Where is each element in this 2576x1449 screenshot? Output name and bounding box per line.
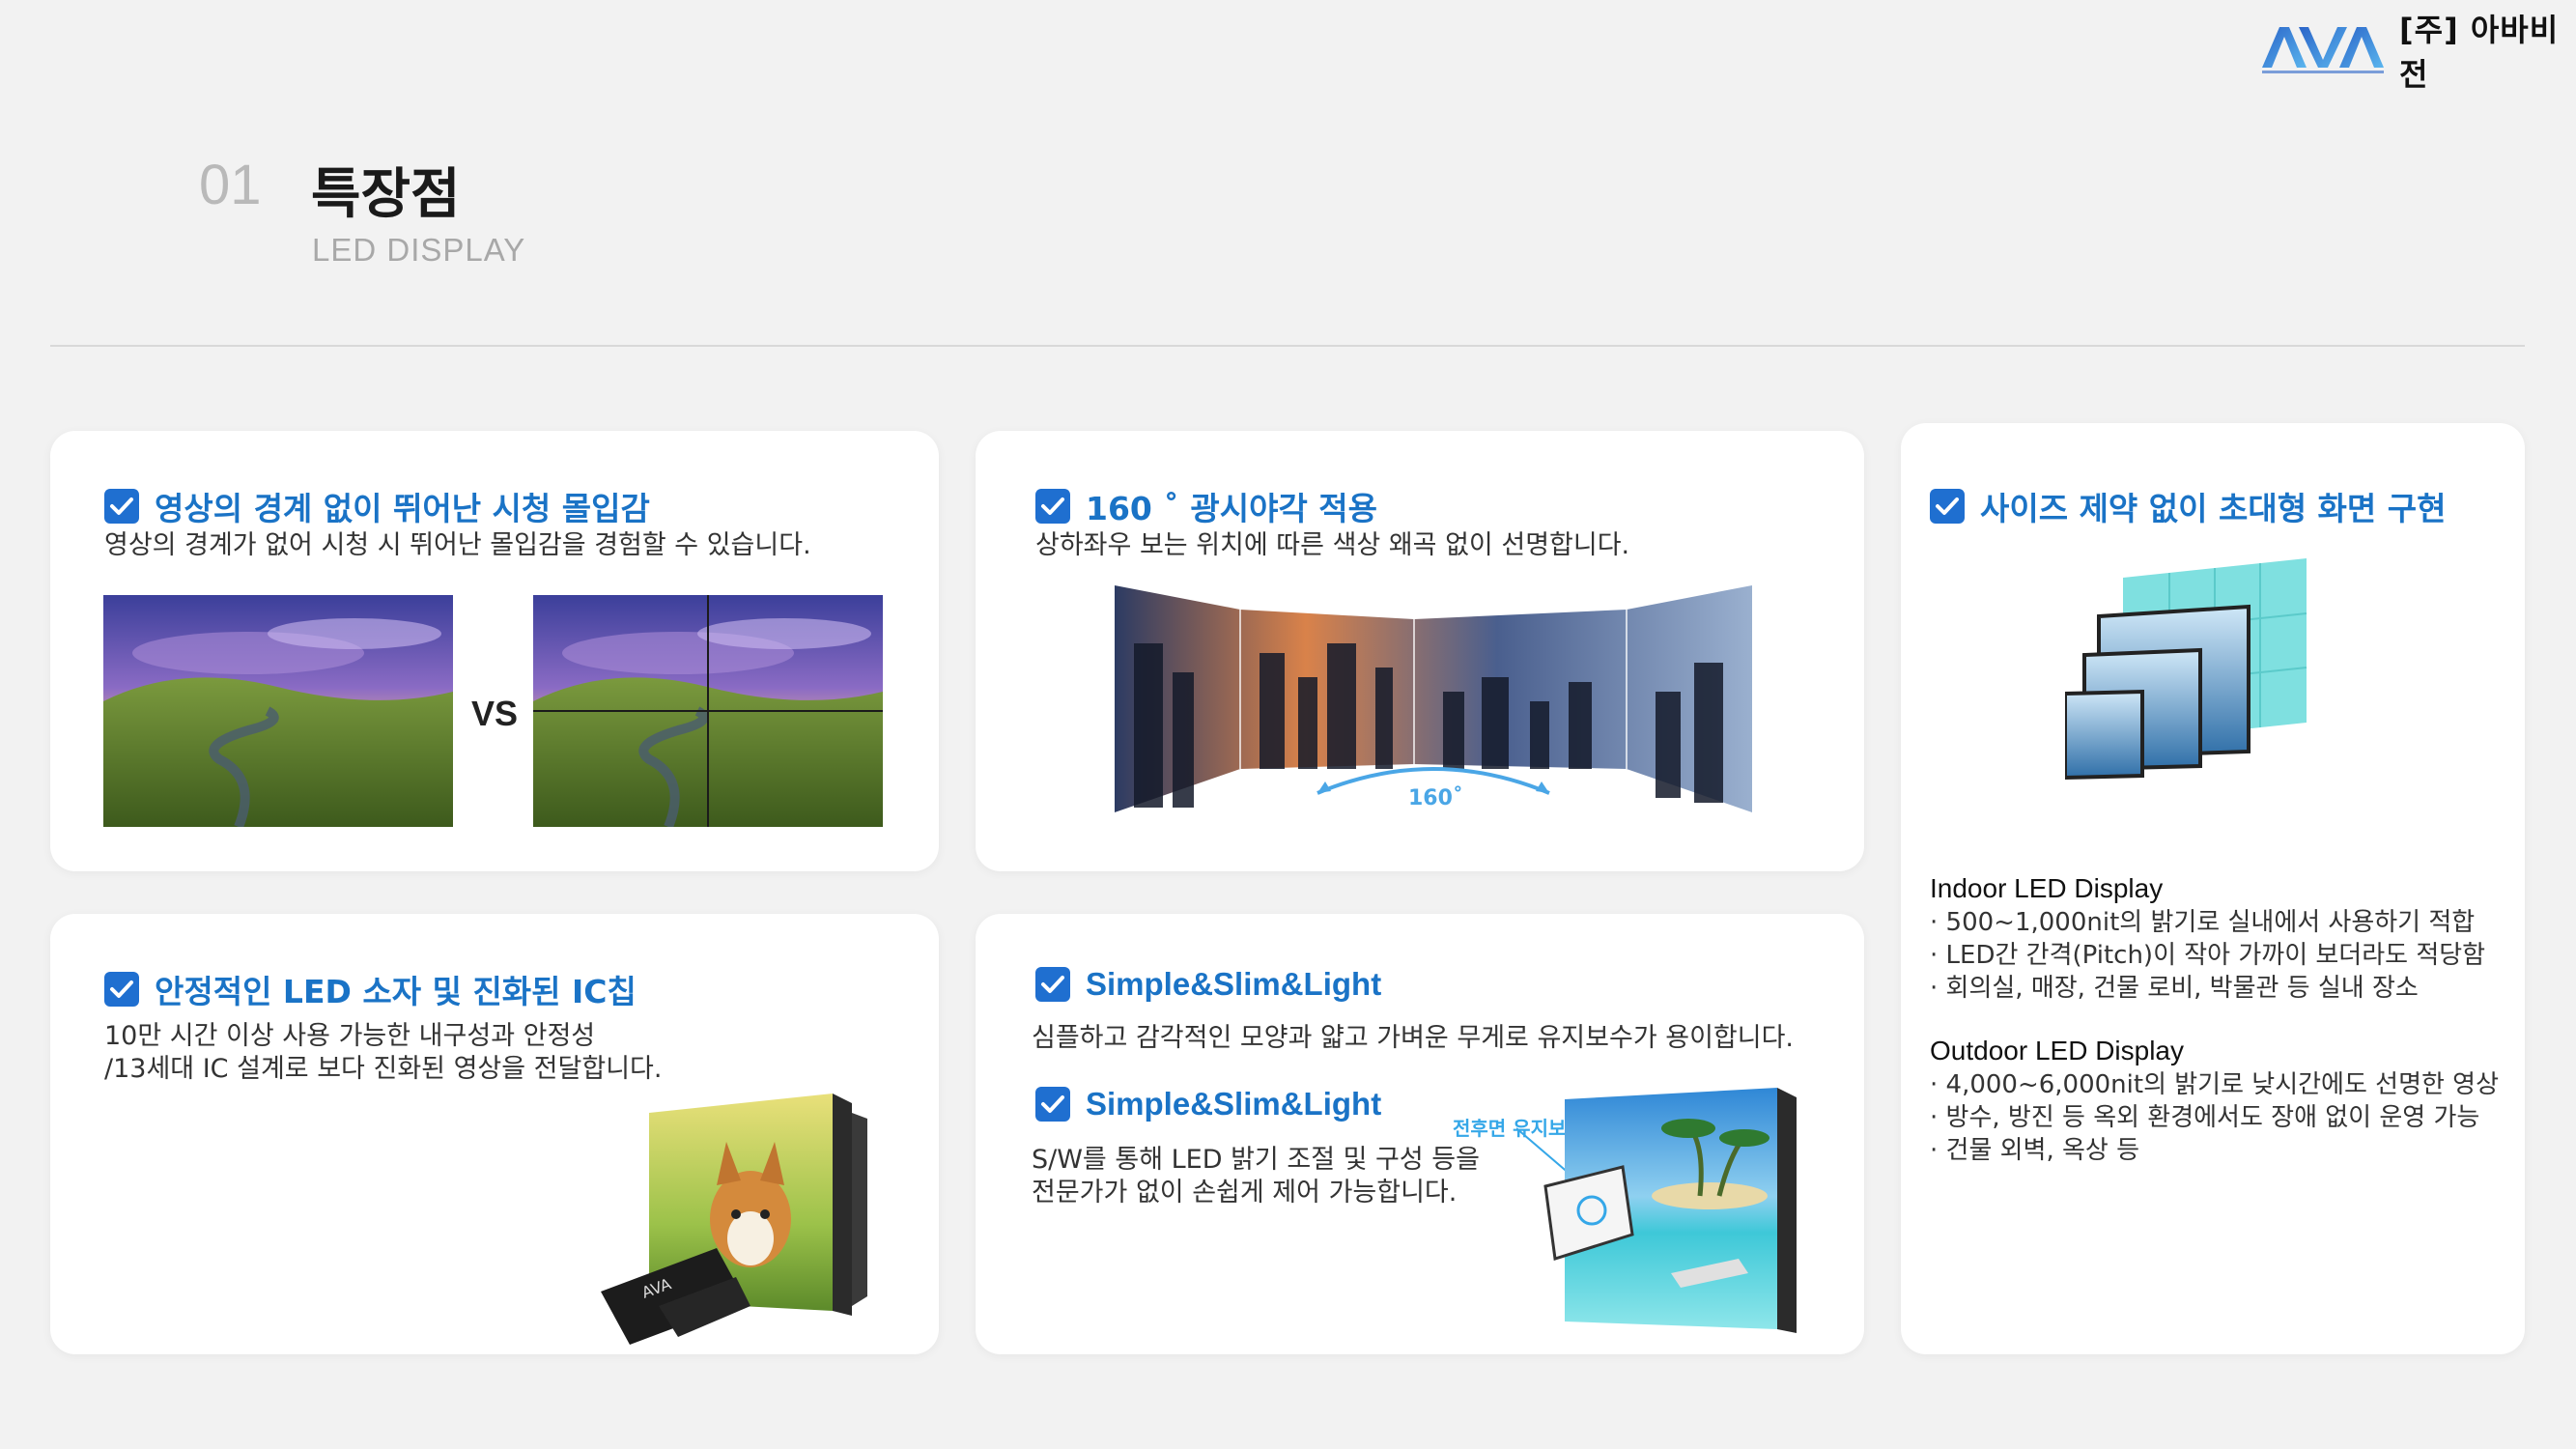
stacked-displays-image <box>2063 549 2355 790</box>
card-slim: Simple&Slim&Light 심플하고 감각적인 모양과 얇고 가벼운 무… <box>976 914 1864 1354</box>
logo-company-name: [주] 아바비전 <box>2399 12 2560 93</box>
header-divider <box>50 345 2525 347</box>
check-icon <box>1035 489 1070 524</box>
card-viewing-angle-desc: 상하좌우 보는 위치에 따른 색상 왜곡 없이 선명합니다. <box>1035 530 1630 560</box>
card-slim-desc2-line1: S/W를 통해 LED 밝기 조절 및 구성 등을 <box>1032 1145 1480 1175</box>
company-logo: [주] 아바비전 <box>2260 12 2576 93</box>
section-number: 01 <box>199 154 262 216</box>
outdoor-list: · 4,000~6,000nit의 밝기로 낮시간에도 선명한 영상 · 방수,… <box>1930 1068 2499 1167</box>
card-borderless-title: 영상의 경계 없이 뛰어난 시청 몰입감 <box>104 483 650 529</box>
ava-logo-mark <box>2260 23 2386 77</box>
card-borderless-desc: 영상의 경계가 없어 시청 시 뛰어난 몰입감을 경험할 수 있습니다. <box>104 530 811 560</box>
outdoor-item: · 건물 외벽, 옥상 등 <box>1930 1136 2140 1165</box>
card-borderless: 영상의 경계 없이 뛰어난 시청 몰입감 영상의 경계가 없어 시청 시 뛰어난… <box>50 431 939 871</box>
card-slim-title1: Simple&Slim&Light <box>1035 966 1381 1003</box>
card-slim-desc2-line2: 전문가가 없이 손쉽게 제어 가능합니다. <box>1032 1178 1458 1208</box>
indoor-list: · 500~1,000nit의 밝기로 실내에서 사용하기 적합 · LED간 … <box>1930 906 2485 1005</box>
beach-display-image <box>1515 1080 1826 1341</box>
section-subtitle: LED DISPLAY <box>312 232 526 268</box>
landscape-image-seamless <box>103 595 453 829</box>
check-icon <box>104 489 139 524</box>
section-title: 특장점 <box>311 163 461 226</box>
card-ic-chip-desc-line1: 10만 시간 이상 사용 가능한 내구성과 안정성 <box>104 1021 596 1051</box>
card-size-title: 사이즈 제약 없이 초대형 화면 구현 <box>1930 483 2446 529</box>
check-icon <box>104 972 139 1007</box>
card-ic-chip-desc-line2: /13세대 IC 설계로 보다 진화된 영상을 전달합니다. <box>104 1054 663 1084</box>
check-icon <box>1035 1087 1070 1122</box>
card-slim-title2: Simple&Slim&Light <box>1035 1086 1381 1122</box>
card-size: 사이즈 제약 없이 초대형 화면 구현 Indoor LED Display ·… <box>1901 423 2525 1354</box>
outdoor-title: Outdoor LED Display <box>1930 1036 2185 1065</box>
check-icon <box>1035 967 1070 1002</box>
outdoor-item: · 방수, 방진 등 옥외 환경에서도 장애 없이 운영 가능 <box>1930 1103 2480 1132</box>
card-ic-chip: 안정적인 LED 소자 및 진화된 IC칩 10만 시간 이상 사용 가능한 내… <box>50 914 939 1354</box>
vs-label: VS <box>471 694 519 733</box>
outdoor-item: · 4,000~6,000nit의 밝기로 낮시간에도 선명한 영상 <box>1930 1070 2500 1099</box>
landscape-image-bezel <box>533 595 883 829</box>
indoor-item: · LED간 간격(Pitch)이 작아 가까이 보더라도 적당함 <box>1930 941 2486 970</box>
check-icon <box>1930 489 1965 524</box>
card-viewing-angle: 160 ˚ 광시야각 적용 상하좌우 보는 위치에 따른 색상 왜곡 없이 선명… <box>976 431 1864 871</box>
indoor-item: · 500~1,000nit의 밝기로 실내에서 사용하기 적합 <box>1930 908 2476 937</box>
indoor-item: · 회의실, 매장, 건물 로비, 박물관 등 실내 장소 <box>1930 974 2419 1003</box>
card-ic-chip-title: 안정적인 LED 소자 및 진화된 IC칩 <box>104 966 637 1012</box>
angle-label: 160˚ <box>1408 786 1463 810</box>
led-module-chip-image: AVA <box>543 1084 910 1345</box>
indoor-title: Indoor LED Display <box>1930 873 2164 903</box>
card-slim-desc1: 심플하고 감각적인 모양과 얇고 가벼운 무게로 유지보수가 용이합니다. <box>1032 1023 1795 1053</box>
card-viewing-angle-title: 160 ˚ 광시야각 적용 <box>1035 483 1377 529</box>
